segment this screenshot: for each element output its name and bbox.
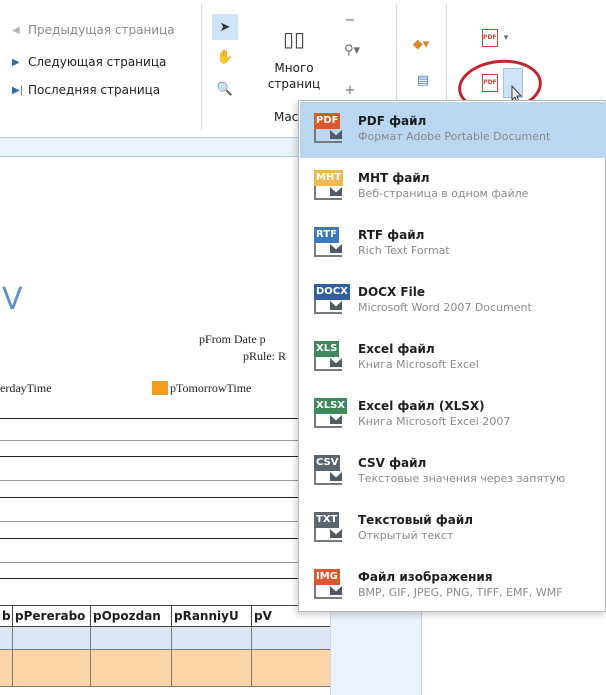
menu-item-title: Excel файл (XLSX): [358, 399, 485, 413]
next-page-button[interactable]: ▶ Следующая страница: [12, 52, 166, 72]
menu-item-rtf[interactable]: RTF RTF файл Rich Text Format: [300, 216, 606, 272]
from-date-text: pFrom Date p: [199, 332, 266, 346]
menu-item-csv[interactable]: CSV CSV файл Текстовые значения через за…: [300, 444, 606, 500]
legend-swatch: [152, 381, 168, 395]
triangle-left-icon: ◀: [12, 24, 20, 36]
zoom-group-label: Мас: [274, 110, 299, 124]
legend-tomorrow-text: pTomorrowTime: [170, 381, 252, 395]
menu-item-subtitle: Книга Microsoft Excel: [358, 358, 479, 371]
zoom-in-icon[interactable]: +: [340, 80, 360, 100]
pdf-file-icon: PDF: [481, 29, 498, 47]
menu-item-subtitle: Открытый текст: [358, 529, 454, 542]
report-rule-line: [0, 578, 330, 579]
magnifier-icon[interactable]: 🔍: [214, 78, 236, 100]
report-table-header: b pPererabo pOpozdan pRanniyU pV: [0, 605, 330, 627]
multiple-pages-icon[interactable]: ▯▯: [276, 24, 312, 54]
many-pages-label-1: Много: [274, 61, 314, 75]
image-icon: IMG: [314, 569, 352, 601]
triangle-right-icon: ▶: [12, 56, 20, 68]
last-page-button[interactable]: ▶| Последняя страница: [12, 80, 160, 100]
menu-item-subtitle: Книга Microsoft Excel 2007: [358, 415, 511, 428]
menu-item-title: Файл изображения: [358, 570, 493, 584]
menu-item-subtitle: Microsoft Word 2007 Document: [358, 301, 532, 314]
menu-item-subtitle: Веб-страница в одном файле: [358, 187, 529, 200]
column-header: pRanniyU: [172, 606, 252, 626]
docx-icon: DOCX: [314, 284, 352, 316]
table-row: [0, 649, 330, 687]
report-title-fragment: V: [2, 282, 23, 317]
menu-item-pdf[interactable]: PDF PDF файл Формат Adobe Portable Docum…: [300, 102, 606, 158]
report-rule-line: [0, 497, 330, 498]
zoom-out-icon[interactable]: −: [340, 10, 360, 30]
pointer-icon: ➤: [219, 19, 231, 35]
menu-item-subtitle: Rich Text Format: [358, 244, 450, 257]
mht-icon: MHT: [314, 170, 352, 202]
xlsx-icon: XLSX: [314, 398, 352, 430]
ribbon-separator: [201, 4, 202, 130]
menu-item-image[interactable]: IMG Файл изображения BMP, GIF, JPEG, PNG…: [300, 558, 606, 614]
menu-item-subtitle: BMP, GIF, JPEG, PNG, TIFF, EMF, WMF: [358, 586, 563, 599]
previous-page-label: Предыдущая страница: [28, 23, 175, 37]
menu-item-title: CSV файл: [358, 456, 427, 470]
report-rule-line: [0, 562, 330, 563]
menu-item-title: MHT файл: [358, 171, 430, 185]
page-color-icon[interactable]: ◆▾: [406, 34, 436, 54]
txt-icon: TXT: [314, 512, 352, 544]
report-rule-line: [0, 480, 330, 481]
menu-item-title: RTF файл: [358, 228, 425, 242]
zoom-dropdown-icon[interactable]: ⚲▾: [338, 40, 366, 60]
export-pdf-button[interactable]: PDF ▾: [474, 26, 516, 50]
many-pages-button[interactable]: Много страниц: [264, 60, 324, 92]
csv-icon: CSV: [314, 455, 352, 487]
next-page-label: Следующая страница: [28, 55, 167, 69]
watermark-icon[interactable]: ▤: [414, 70, 432, 90]
report-rule-line: [0, 440, 330, 441]
menu-item-title: PDF файл: [358, 114, 427, 128]
many-pages-label-2: страниц: [267, 77, 321, 91]
menu-item-subtitle: Текстовые значения через запятую: [358, 472, 566, 485]
menu-item-title: DOCX File: [358, 285, 425, 299]
column-header: b: [0, 606, 13, 626]
report-rule-line: [0, 521, 330, 522]
menu-item-title: Текстовый файл: [358, 513, 474, 527]
menu-item-txt[interactable]: TXT Текстовый файл Открытый текст: [300, 501, 606, 557]
report-rule-line: [0, 418, 330, 419]
hand-tool-icon[interactable]: ✋: [214, 46, 236, 68]
xls-icon: XLS: [314, 341, 352, 373]
menu-item-mht[interactable]: MHT MHT файл Веб-страница в одном файле: [300, 159, 606, 215]
rtf-icon: RTF: [314, 227, 352, 259]
column-header: pOpozdan: [91, 606, 172, 626]
table-row: [0, 627, 330, 649]
menu-item-subtitle: Формат Adobe Portable Document: [358, 130, 551, 143]
pdf-icon: PDF: [314, 113, 352, 145]
export-format-menu: PDF PDF файл Формат Adobe Portable Docum…: [298, 100, 606, 612]
chevron-down-icon: ▾: [503, 33, 509, 43]
menu-item-xlsx[interactable]: XLSX Excel файл (XLSX) Книга Microsoft E…: [300, 387, 606, 443]
report-rule-line: [0, 538, 330, 539]
last-page-icon: ▶|: [12, 84, 24, 96]
legend-yesterday-text: erdayTime: [0, 381, 52, 395]
rule-text: pRule: R: [243, 349, 287, 363]
menu-item-xls[interactable]: XLS Excel файл Книга Microsoft Excel: [300, 330, 606, 386]
column-header: pPererabo: [13, 606, 91, 626]
menu-item-title: Excel файл: [358, 342, 435, 356]
report-rule-line: [0, 456, 330, 457]
previous-page-button[interactable]: ◀ Предыдущая страница: [12, 20, 175, 40]
last-page-label: Последняя страница: [28, 83, 161, 97]
menu-item-docx[interactable]: DOCX DOCX File Microsoft Word 2007 Docum…: [300, 273, 606, 329]
